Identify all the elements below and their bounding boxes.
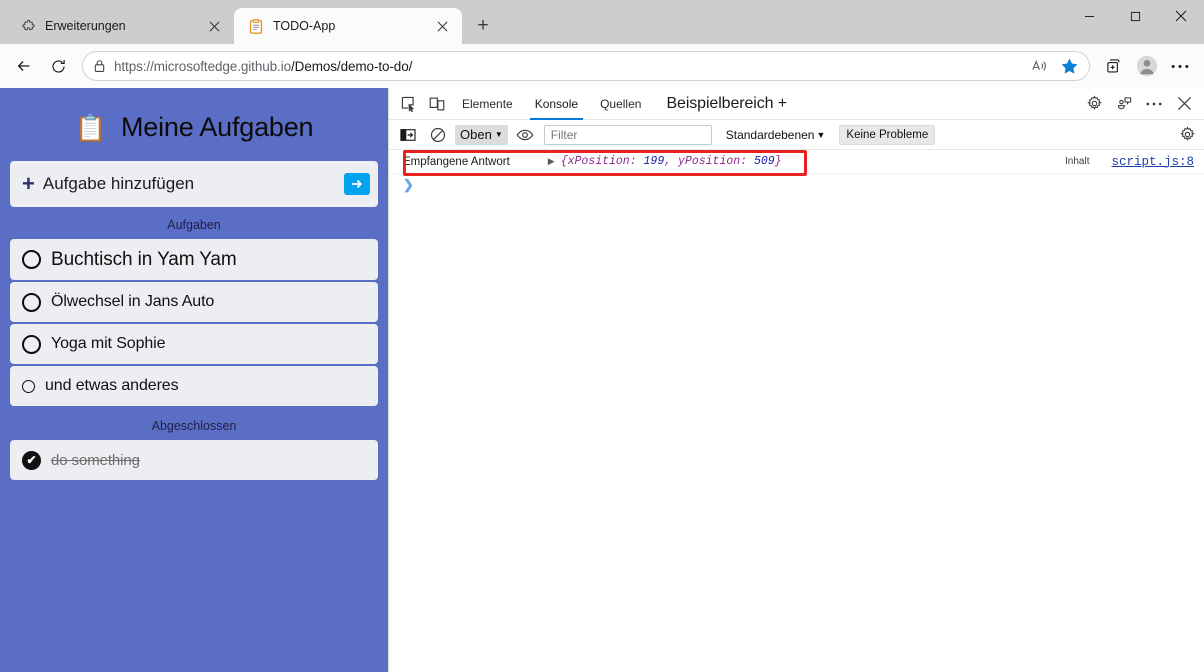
devtools-panel: Elemente Konsole Quellen Beispielbereich… — [388, 88, 1204, 672]
log-level-selector[interactable]: Standardebenen ▼ — [726, 128, 826, 142]
todo-app: 📋 Meine Aufgaben + Aufgaben Buchtisch in… — [0, 88, 388, 672]
gear-icon[interactable] — [1080, 91, 1108, 117]
profile-avatar-icon[interactable] — [1131, 50, 1163, 82]
tab-erweiterungen[interactable]: Erweiterungen — [6, 8, 234, 44]
tab-todo-app[interactable]: TODO-App — [234, 8, 462, 44]
close-button[interactable] — [1158, 0, 1204, 32]
log-source-link[interactable]: script.js:8 — [1111, 155, 1194, 169]
back-button[interactable] — [8, 50, 40, 82]
console-output[interactable]: Empfangene Antwort ▶ {xPosition: 199, yP… — [389, 150, 1204, 672]
add-task-input[interactable] — [42, 174, 336, 194]
plus-icon: + — [22, 171, 35, 196]
console-prompt[interactable]: ❯ — [389, 174, 1204, 196]
devtools-tabbar-actions — [1080, 91, 1204, 117]
task-label: Yoga mit Sophie — [51, 335, 166, 352]
feedback-icon[interactable] — [1110, 91, 1138, 117]
url-text: https://microsoftedge.github.io/Demos/de… — [114, 58, 413, 74]
task-checkbox-icon[interactable] — [22, 379, 35, 393]
tab-elemente[interactable]: Elemente — [451, 88, 524, 120]
task-checkbox-icon[interactable] — [22, 334, 41, 354]
page-viewport: 📋 Meine Aufgaben + Aufgaben Buchtisch in… — [0, 88, 1204, 672]
sample-area-label[interactable]: Beispielbereich + — [652, 95, 787, 113]
log-level-label: Standardebenen — [725, 127, 815, 142]
log-object-value[interactable]: {xPosition: 199, yPosition: 509} — [561, 155, 782, 168]
tab-label: Elemente — [462, 96, 513, 111]
address-bar[interactable]: https://microsoftedge.github.io/Demos/de… — [82, 51, 1090, 81]
window-controls — [1066, 0, 1204, 44]
issues-button[interactable]: Keine Probleme — [839, 124, 936, 145]
ellipsis-icon[interactable] — [1164, 50, 1196, 82]
browser-window: Erweiterungen TODO-App + https://microso… — [0, 0, 1204, 672]
task-item[interactable]: Ölwechsel in Jans Auto — [10, 282, 378, 322]
tasks-section-label: Aufgaben — [167, 218, 221, 232]
tab-close-icon[interactable] — [204, 16, 224, 36]
puzzle-icon — [20, 18, 36, 34]
lock-icon — [93, 59, 106, 73]
address-bar-actions — [1025, 52, 1083, 80]
task-label: do something — [51, 451, 140, 469]
navigation-bar: https://microsoftedge.github.io/Demos/de… — [0, 44, 1204, 88]
tab-title: TODO-App — [273, 19, 336, 33]
chevron-down-icon: ▼ — [816, 129, 826, 140]
tab-strip: Erweiterungen TODO-App + — [0, 0, 498, 44]
gear-icon[interactable] — [1174, 123, 1200, 147]
task-label: Buchtisch in Yam Yam — [51, 248, 237, 270]
ellipsis-icon[interactable] — [1140, 91, 1168, 117]
completed-task-item[interactable]: ✔ do something — [10, 440, 378, 480]
context-selector[interactable]: Oben ▼ — [455, 124, 508, 145]
maximize-button[interactable] — [1112, 0, 1158, 32]
prompt-chevron-icon: ❯ — [403, 177, 414, 192]
inspect-element-icon[interactable] — [395, 91, 423, 117]
reload-button[interactable] — [42, 50, 74, 82]
console-toolbar-right — [1174, 123, 1200, 147]
live-expression-icon[interactable] — [512, 123, 538, 147]
context-value: Oben — [460, 127, 492, 142]
device-toolbar-icon[interactable] — [423, 91, 451, 117]
task-item[interactable]: und etwas anderes — [10, 366, 378, 406]
log-message-label: Empfangene Antwort — [403, 155, 510, 168]
tab-label: Konsole — [534, 96, 579, 111]
minimize-button[interactable] — [1066, 0, 1112, 32]
task-label: Ölwechsel in Jans Auto — [51, 293, 215, 310]
log-entry-meta: Inhalt script.js:8 — [1065, 155, 1194, 169]
tab-konsole[interactable]: Konsole — [524, 88, 589, 120]
filter-input[interactable] — [543, 124, 712, 145]
console-toolbar: Oben ▼ Standardebenen ▼ Keine Probleme — [389, 120, 1204, 150]
browser-actions — [1098, 50, 1196, 82]
title-bar: Erweiterungen TODO-App + — [0, 0, 1204, 44]
console-log-entry[interactable]: Empfangene Antwort ▶ {xPosition: 199, yP… — [389, 150, 1204, 176]
todo-header: 📋 Meine Aufgaben — [10, 102, 378, 161]
task-checkbox-icon[interactable] — [22, 292, 41, 312]
page-title: Meine Aufgaben — [121, 112, 314, 142]
devtools-tab-bar: Elemente Konsole Quellen Beispielbereich… — [389, 88, 1204, 120]
tab-label: Quellen — [600, 96, 642, 111]
task-checked-icon[interactable]: ✔ — [22, 450, 41, 470]
console-sidebar-icon[interactable] — [395, 123, 421, 147]
read-aloud-icon[interactable] — [1025, 52, 1053, 80]
chevron-down-icon: ▼ — [494, 130, 503, 139]
task-item[interactable]: Buchtisch in Yam Yam — [10, 239, 378, 280]
completed-section-label: Abgeschlossen — [151, 419, 237, 433]
task-label: und etwas anderes — [45, 377, 179, 394]
clipboard-emoji-icon: 📋 — [74, 112, 107, 143]
submit-task-button[interactable] — [344, 173, 370, 195]
clipboard-icon — [248, 18, 264, 34]
task-item[interactable]: Yoga mit Sophie — [10, 324, 378, 364]
star-icon[interactable] — [1055, 52, 1083, 80]
expand-triangle-icon[interactable]: ▶ — [548, 156, 555, 167]
tab-close-icon[interactable] — [432, 16, 452, 36]
collections-icon[interactable] — [1098, 50, 1130, 82]
tab-title: Erweiterungen — [45, 19, 126, 33]
clear-console-icon[interactable] — [425, 123, 451, 147]
add-task-row[interactable]: + — [10, 161, 378, 207]
close-icon[interactable] — [1170, 91, 1198, 117]
tab-quellen[interactable]: Quellen — [589, 88, 652, 120]
task-checkbox-icon[interactable] — [22, 250, 41, 269]
new-tab-button[interactable]: + — [468, 11, 498, 41]
log-content-label: Inhalt — [1065, 156, 1090, 167]
